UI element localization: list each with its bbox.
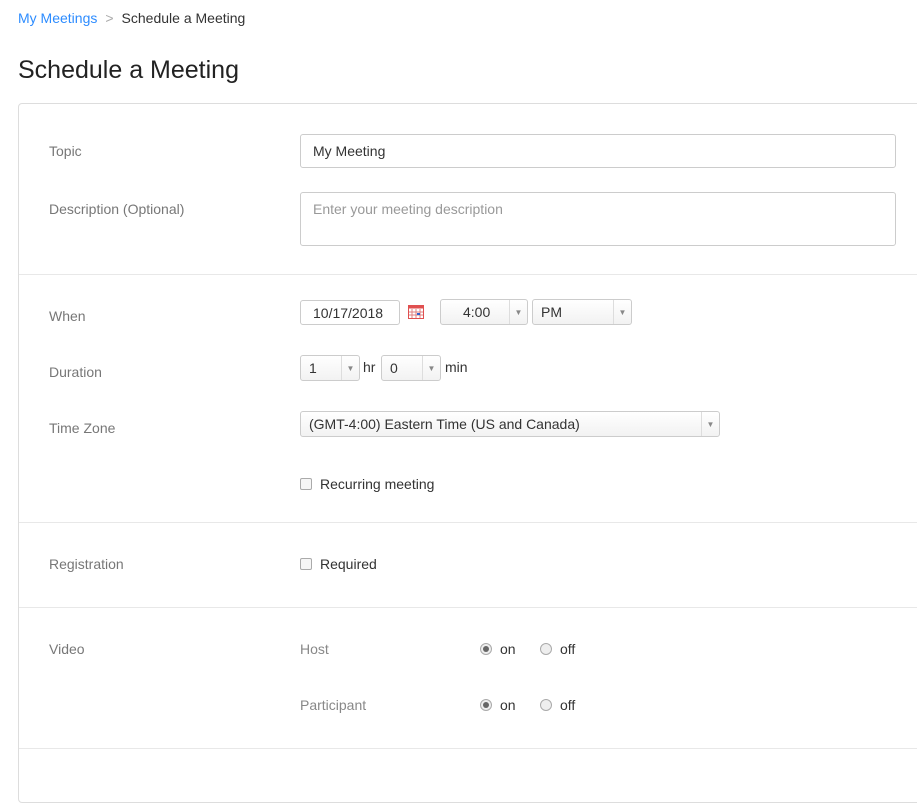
ampm-select[interactable]: PM ▼ [532,299,632,325]
host-video-off-label[interactable]: off [560,641,575,657]
recurring-label[interactable]: Recurring meeting [320,476,434,492]
description-label: Description (Optional) [49,201,185,217]
duration-minutes-select[interactable]: 0 ▼ [381,355,441,381]
timezone-label: Time Zone [49,420,116,436]
divider [19,522,917,523]
recurring-checkbox[interactable] [300,478,312,490]
divider [19,748,917,749]
host-video-off-radio[interactable] [540,643,552,655]
participant-video-off-label[interactable]: off [560,697,575,713]
time-select[interactable]: 4:00 ▼ [440,299,528,325]
participant-video-on-label[interactable]: on [500,697,516,713]
host-video-on-label[interactable]: on [500,641,516,657]
duration-label: Duration [49,364,102,380]
when-label: When [49,308,86,324]
divider [19,274,917,275]
registration-required-label[interactable]: Required [320,556,377,572]
calendar-icon[interactable] [408,304,424,319]
time-value: 4:00 [463,304,491,320]
chevron-down-icon: ▼ [422,356,440,380]
timezone-select[interactable]: (GMT-4:00) Eastern Time (US and Canada) ▼ [300,411,720,437]
registration-required-checkbox[interactable] [300,558,312,570]
date-input[interactable]: 10/17/2018 [300,300,400,325]
breadcrumb-separator: > [105,10,114,26]
page-title: Schedule a Meeting [18,56,239,84]
participant-video-on-radio[interactable] [480,699,492,711]
registration-label: Registration [49,556,124,572]
chevron-down-icon: ▼ [509,300,527,324]
breadcrumb: My Meetings > Schedule a Meeting [18,10,245,26]
host-video-on-radio[interactable] [480,643,492,655]
min-unit: min [445,359,468,375]
hours-value: 1 [309,360,317,376]
breadcrumb-my-meetings[interactable]: My Meetings [18,10,97,26]
minutes-value: 0 [390,360,398,376]
chevron-down-icon: ▼ [613,300,631,324]
chevron-down-icon: ▼ [701,412,719,436]
video-label: Video [49,641,85,657]
participant-video-off-radio[interactable] [540,699,552,711]
topic-input[interactable]: My Meeting [300,134,896,168]
duration-hours-select[interactable]: 1 ▼ [300,355,360,381]
topic-label: Topic [49,143,82,159]
timezone-value: (GMT-4:00) Eastern Time (US and Canada) [309,416,580,432]
ampm-value: PM [541,304,562,320]
host-video-label: Host [300,641,329,657]
description-textarea[interactable]: Enter your meeting description [300,192,896,246]
hr-unit: hr [363,359,376,375]
breadcrumb-current: Schedule a Meeting [121,10,246,26]
participant-video-label: Participant [300,697,367,713]
chevron-down-icon: ▼ [341,356,359,380]
divider [19,607,917,608]
